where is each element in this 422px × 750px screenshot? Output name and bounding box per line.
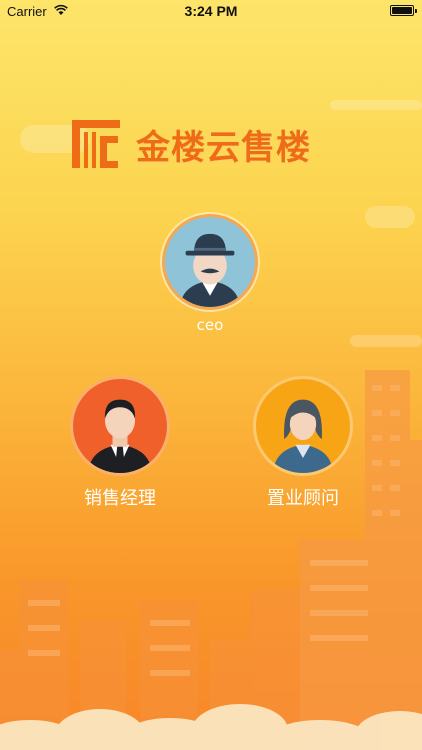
cloud-decoration [330,100,422,110]
app-logo: 金楼云售楼 [70,118,311,170]
battery-icon [390,5,417,16]
city-skyline-illustration [0,370,422,750]
avatar[interactable] [162,214,258,310]
role-ceo[interactable]: ceo [162,214,258,334]
ceo-avatar-icon [180,233,240,307]
status-bar: Carrier 3:24 PM [0,0,422,22]
cloud-decoration [350,335,422,347]
clock: 3:24 PM [184,3,238,19]
building-logo-icon [72,120,120,168]
app-name: 金楼云售楼 [136,127,311,168]
role-label-ceo: ceo [196,316,224,334]
cloud-decoration [365,206,415,228]
